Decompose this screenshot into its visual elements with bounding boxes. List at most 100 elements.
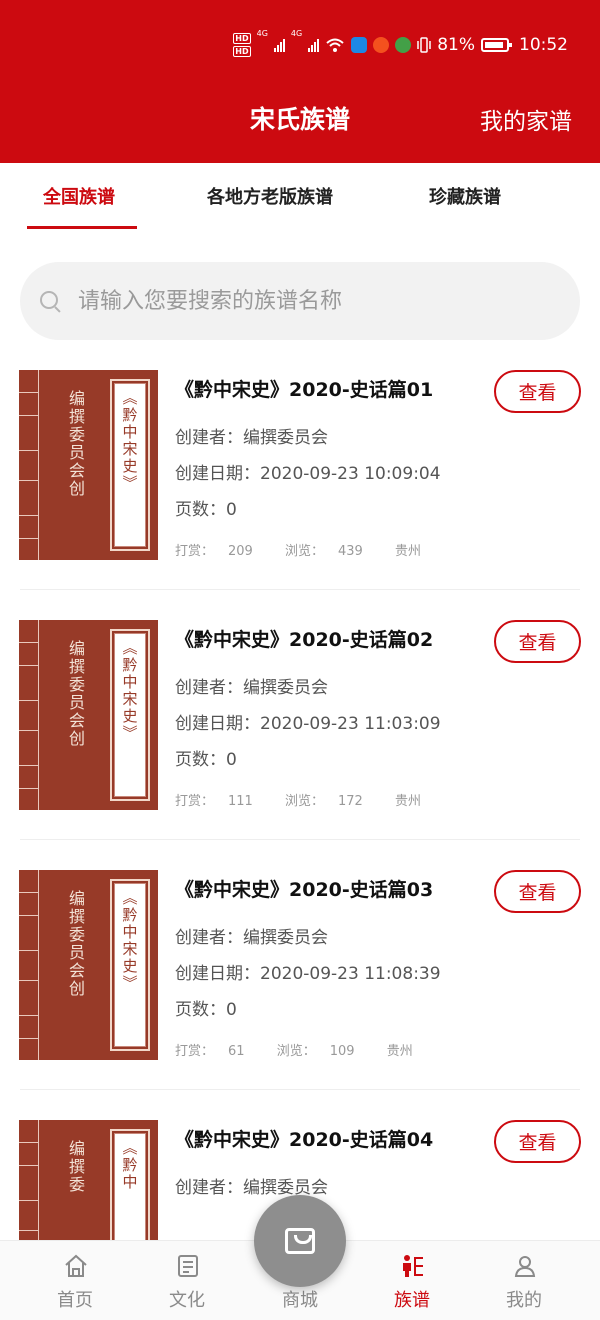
- cover-author: 编撰委: [66, 1140, 85, 1194]
- nav-genealogy-label: 族谱: [394, 1290, 430, 1311]
- tab-bar: 全国族谱 各地方老版族谱 珍藏族谱: [0, 163, 600, 233]
- creator-line: 创建者：编撰委员会: [175, 423, 328, 448]
- tab-collection[interactable]: 珍藏族谱: [429, 183, 501, 209]
- nav-home[interactable]: 首页: [15, 1241, 135, 1320]
- item-title[interactable]: 《黔中宋史》2020-史话篇02: [175, 625, 433, 652]
- pages-line: 页数：0: [175, 745, 237, 770]
- app-notification-icon: [395, 37, 412, 53]
- my-family-link[interactable]: 我的家谱: [480, 102, 572, 136]
- creator-value: 编撰委员会: [243, 428, 328, 448]
- view-button[interactable]: 查看: [494, 870, 581, 913]
- book-cover[interactable]: 编撰委员会创 《黔中宋史》: [19, 370, 158, 560]
- cover-label: 《黔中: [110, 1129, 150, 1240]
- reward-stat: 打赏： 209: [175, 544, 267, 559]
- list-item[interactable]: 编撰委员会创 《黔中宋史》 《黔中宋史》2020-史话篇01 查看 创建者：编撰…: [0, 350, 600, 600]
- views-value: 172: [338, 794, 363, 809]
- views-stat: 浏览： 172: [285, 794, 377, 809]
- cover-author: 编撰委员会创: [66, 890, 85, 998]
- nav-home-label: 首页: [57, 1290, 93, 1311]
- book-spine: [19, 370, 39, 560]
- nav-culture-label: 文化: [169, 1290, 205, 1311]
- date-label: 创建日期：: [175, 464, 260, 484]
- creator-label: 创建者：: [175, 928, 243, 948]
- pages-label: 页数：: [175, 750, 226, 770]
- creator-line: 创建者：编撰委员会: [175, 1173, 328, 1198]
- vibrate-icon: [417, 37, 431, 53]
- nav-culture[interactable]: 文化: [127, 1241, 247, 1320]
- cover-label: 《黔中宋史》: [110, 379, 150, 551]
- pages-value: 0: [226, 750, 237, 770]
- views-value: 439: [338, 544, 363, 559]
- reward-value: 209: [228, 544, 253, 559]
- list-item[interactable]: 编撰委员会创 《黔中宋史》 《黔中宋史》2020-史话篇03 查看 创建者：编撰…: [0, 850, 600, 1100]
- reward-stat: 打赏： 61: [175, 1044, 259, 1059]
- views-value: 109: [329, 1044, 355, 1059]
- hd-badge-1: HD: [233, 33, 251, 44]
- divider: [20, 1089, 580, 1090]
- nav-mall-label: 商城: [282, 1290, 318, 1311]
- creator-value: 编撰委员会: [243, 678, 328, 698]
- reward-label: 打赏：: [175, 544, 215, 559]
- date-label: 创建日期：: [175, 714, 260, 734]
- views-label: 浏览：: [284, 544, 324, 559]
- item-stats: 打赏： 61 浏览： 109 贵州: [175, 1040, 427, 1059]
- book-cover[interactable]: 编撰委员会创 《黔中宋史》: [19, 870, 158, 1060]
- date-label: 创建日期：: [175, 964, 260, 984]
- reward-value: 61: [228, 1044, 245, 1059]
- network-type-1: 4G: [256, 29, 268, 38]
- date-line: 创建日期：2020-09-23 10:09:04: [175, 459, 441, 484]
- item-stats: 打赏： 111 浏览： 172 贵州: [175, 790, 435, 809]
- region: 贵州: [394, 794, 421, 809]
- pages-value: 0: [226, 1000, 237, 1020]
- nav-genealogy[interactable]: 族谱: [352, 1241, 472, 1320]
- item-stats: 打赏： 209 浏览： 439 贵州: [175, 540, 435, 559]
- date-value: 2020-09-23 10:09:04: [260, 464, 441, 484]
- date-value: 2020-09-23 11:03:09: [260, 714, 441, 734]
- creator-label: 创建者：: [175, 1178, 243, 1198]
- divider: [20, 589, 580, 590]
- wifi-icon: [326, 38, 344, 52]
- item-title[interactable]: 《黔中宋史》2020-史话篇04: [175, 1125, 433, 1152]
- tab-local-old-edition[interactable]: 各地方老版族谱: [207, 183, 333, 209]
- status-bar: HD HD 4G 4G 81% 10:52: [233, 28, 568, 62]
- reward-label: 打赏：: [175, 1044, 215, 1059]
- creator-line: 创建者：编撰委员会: [175, 923, 328, 948]
- search-bar[interactable]: [20, 262, 580, 340]
- app-notification-icon: [351, 37, 368, 53]
- item-title[interactable]: 《黔中宋史》2020-史话篇01: [175, 375, 433, 402]
- views-stat: 浏览： 439: [285, 544, 377, 559]
- view-button[interactable]: 查看: [494, 370, 581, 413]
- creator-label: 创建者：: [175, 428, 243, 448]
- cover-title: 《黔中宋史》: [120, 890, 139, 992]
- pages-value: 0: [226, 500, 237, 520]
- view-button[interactable]: 查看: [494, 1120, 581, 1163]
- cover-label: 《黔中宋史》: [110, 879, 150, 1051]
- view-button[interactable]: 查看: [494, 620, 581, 663]
- nav-mine[interactable]: 我的: [464, 1241, 584, 1320]
- signal-icon: [273, 38, 285, 52]
- network-type-2: 4G: [290, 29, 303, 38]
- creator-label: 创建者：: [175, 678, 243, 698]
- creator-value: 编撰委员会: [243, 1178, 328, 1198]
- book-spine: [19, 620, 39, 810]
- mall-fab-button[interactable]: [254, 1195, 346, 1287]
- battery-icon: [481, 38, 512, 52]
- app-header: HD HD 4G 4G 81% 10:52 宋氏族谱 我的家谱: [0, 0, 600, 163]
- tab-national[interactable]: 全国族谱: [43, 183, 115, 209]
- cover-author: 编撰委员会创: [66, 640, 85, 748]
- family-tree-icon: [403, 1255, 423, 1277]
- user-icon: [514, 1256, 536, 1277]
- book-cover[interactable]: 编撰委员会创 《黔中宋史》: [19, 620, 158, 810]
- item-title[interactable]: 《黔中宋史》2020-史话篇03: [175, 875, 433, 902]
- clock: 10:52: [519, 35, 568, 55]
- reward-value: 111: [228, 794, 253, 809]
- list-item[interactable]: 编撰委员会创 《黔中宋史》 《黔中宋史》2020-史话篇02 查看 创建者：编撰…: [0, 600, 600, 850]
- cover-author: 编撰委员会创: [66, 390, 85, 498]
- views-label: 浏览：: [284, 794, 324, 809]
- app-notification-icon: [373, 37, 390, 53]
- views-label: 浏览：: [276, 1044, 316, 1059]
- search-input[interactable]: [78, 288, 538, 314]
- nav-mine-label: 我的: [506, 1290, 542, 1311]
- book-cover[interactable]: 编撰委 《黔中: [19, 1120, 158, 1240]
- reward-stat: 打赏： 111: [175, 794, 267, 809]
